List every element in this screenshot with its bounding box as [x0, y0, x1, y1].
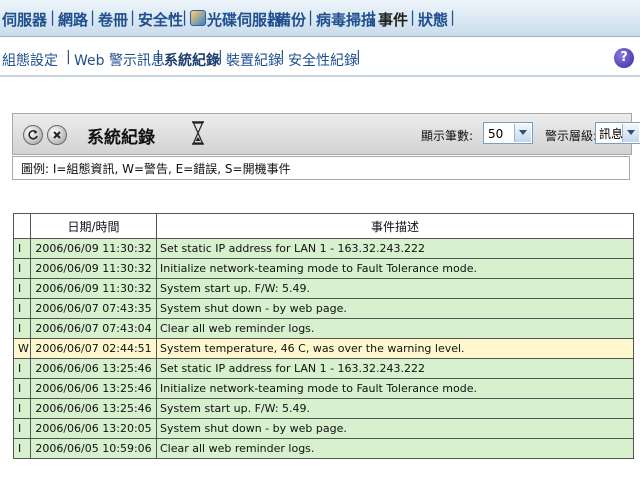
event-type-cell: I: [13, 418, 31, 439]
table-row: I 2006/06/06 13:25:46 Set static IP addres…: [13, 358, 634, 379]
alert-level-label: 警示層級:: [545, 129, 598, 143]
event-datetime-cell: 2006/06/06 13:25:46: [30, 398, 157, 419]
event-type-cell: I: [13, 358, 31, 379]
nav-item-backup[interactable]: 備份: [276, 9, 306, 30]
clear-log-button[interactable]: [47, 125, 67, 145]
event-datetime-cell: 2006/06/06 13:25:46: [30, 358, 157, 379]
event-type-cell: I: [13, 438, 31, 459]
column-header-type: [13, 213, 31, 239]
nav-separator: |: [450, 8, 456, 26]
subnav-separator: |: [280, 49, 285, 65]
display-count-label: 顯示筆數:: [421, 129, 474, 143]
nav-separator: |: [308, 8, 314, 26]
event-description-cell: Initialize network-teaming mode to Fault…: [156, 378, 634, 399]
subnav-item-web-alerts[interactable]: Web 警示訊息: [74, 50, 165, 70]
table-row: I 2006/06/06 13:25:46 Initialize network-t…: [13, 378, 634, 399]
table-header-row: 日期/時間 事件描述: [13, 213, 634, 239]
alert-level-select[interactable]: 訊息: [595, 122, 640, 144]
event-description-cell: System temperature, 46 C, was over the w…: [156, 338, 634, 359]
table-row: I 2006/06/05 10:59:06 Clear all web remind…: [13, 438, 634, 459]
nav-item-virus-scan[interactable]: 病毒掃描: [316, 9, 376, 30]
nav-separator: |: [90, 8, 96, 26]
help-icon[interactable]: ?: [614, 48, 634, 68]
table-row: I 2006/06/09 11:30:32 System start up. F/W…: [13, 278, 634, 299]
main-nav-bar: 伺服器 | 網路 | 卷冊 | 安全性 | 光碟伺服器 | 備份 | 病毒掃描 …: [0, 0, 640, 37]
subnav-separator: |: [218, 49, 223, 65]
event-description-cell: Initialize network-teaming mode to Fault…: [156, 258, 634, 279]
event-description-cell: System start up. F/W: 5.49.: [156, 278, 634, 299]
event-type-cell: I: [13, 278, 31, 299]
subnav-separator: |: [356, 49, 361, 65]
hourglass-icon: [192, 121, 204, 145]
chevron-down-icon: [514, 124, 531, 142]
log-toolbar: 系統紀錄 顯示筆數: 50 警示層級: 訊息: [12, 113, 640, 155]
refresh-icon: [28, 130, 38, 140]
event-datetime-cell: 2006/06/05 10:59:06: [30, 438, 157, 459]
nav-separator: |: [410, 8, 416, 26]
nav-item-network[interactable]: 網路: [58, 9, 88, 30]
table-row: I 2006/06/07 07:43:04 Clear all web remind…: [13, 318, 634, 339]
optical-server-icon: [190, 10, 206, 26]
event-datetime-cell: 2006/06/06 13:25:46: [30, 378, 157, 399]
event-log-table: 日期/時間 事件描述 I 2006/06/09 11:30:32 Set stati…: [13, 213, 634, 459]
nav-separator: |: [182, 8, 188, 26]
nav-separator: |: [130, 8, 136, 26]
event-description-cell: System start up. F/W: 5.49.: [156, 398, 634, 419]
event-type-cell: W: [13, 338, 31, 359]
event-datetime-cell: 2006/06/07 07:43:35: [30, 298, 157, 319]
nav-separator: |: [50, 8, 56, 26]
subnav-separator: |: [66, 49, 71, 65]
alert-level-value: 訊息: [599, 127, 624, 141]
event-description-cell: Set static IP address for LAN 1 - 163.32…: [156, 238, 634, 259]
legend-text: 圖例: I=組態資訊, W=警告, E=錯誤, S=開機事件: [12, 156, 630, 180]
event-type-cell: I: [13, 238, 31, 259]
close-icon: [53, 131, 61, 139]
refresh-button[interactable]: [23, 125, 43, 145]
subnav-item-configuration[interactable]: 組態設定: [2, 50, 58, 70]
event-type-cell: I: [13, 398, 31, 419]
event-datetime-cell: 2006/06/07 02:44:51: [30, 338, 157, 359]
column-header-description[interactable]: 事件描述: [156, 213, 634, 239]
table-row: W 2006/06/07 02:44:51 System temperature, …: [13, 338, 634, 359]
event-description-cell: System shut down - by web page.: [156, 418, 634, 439]
subnav-item-system-log[interactable]: 系統紀錄: [164, 50, 220, 70]
nav-separator: |: [268, 8, 274, 26]
table-row: I 2006/06/09 11:30:32 Set static IP addres…: [13, 238, 634, 259]
event-datetime-cell: 2006/06/09 11:30:32: [30, 238, 157, 259]
event-description-cell: System shut down - by web page.: [156, 298, 634, 319]
table-row: I 2006/06/06 13:20:05 System shut down - b…: [13, 418, 634, 439]
nav-item-volume[interactable]: 卷冊: [98, 9, 128, 30]
page-title: 系統紀錄: [87, 128, 155, 148]
nav-item-security[interactable]: 安全性: [138, 9, 183, 30]
event-type-cell: I: [13, 318, 31, 339]
subnav-item-device-log[interactable]: 裝置紀錄: [226, 50, 282, 70]
nav-item-events[interactable]: 事件: [378, 9, 408, 30]
nav-separator: |: [370, 8, 376, 26]
nav-item-server[interactable]: 伺服器: [2, 9, 47, 30]
event-description-cell: Clear all web reminder logs.: [156, 318, 634, 339]
table-row: I 2006/06/07 07:43:35 System shut down - b…: [13, 298, 634, 319]
event-rows: I 2006/06/09 11:30:32 Set static IP addres…: [13, 238, 634, 459]
event-datetime-cell: 2006/06/06 13:20:05: [30, 418, 157, 439]
table-row: I 2006/06/09 11:30:32 Initialize network-t…: [13, 258, 634, 279]
event-type-cell: I: [13, 258, 31, 279]
display-count-value: 50: [488, 127, 504, 141]
table-row: I 2006/06/06 13:25:46 System start up. F/W…: [13, 398, 634, 419]
display-count-select[interactable]: 50: [483, 122, 533, 144]
event-type-cell: I: [13, 378, 31, 399]
event-description-cell: Clear all web reminder logs.: [156, 438, 634, 459]
column-header-datetime[interactable]: 日期/時間: [30, 213, 157, 239]
event-datetime-cell: 2006/06/09 11:30:32: [30, 278, 157, 299]
chevron-down-icon: [622, 124, 639, 142]
subnav-item-security-log[interactable]: 安全性紀錄: [288, 50, 358, 70]
event-datetime-cell: 2006/06/07 07:43:04: [30, 318, 157, 339]
event-datetime-cell: 2006/06/09 11:30:32: [30, 258, 157, 279]
event-description-cell: Set static IP address for LAN 1 - 163.32…: [156, 358, 634, 379]
subnav-separator: |: [156, 49, 161, 65]
nav-item-status[interactable]: 狀態: [418, 9, 448, 30]
sub-nav-bar: 組態設定 | Web 警示訊息 | 系統紀錄 | 裝置紀錄 | 安全性紀錄 |: [0, 37, 640, 77]
event-type-cell: I: [13, 298, 31, 319]
